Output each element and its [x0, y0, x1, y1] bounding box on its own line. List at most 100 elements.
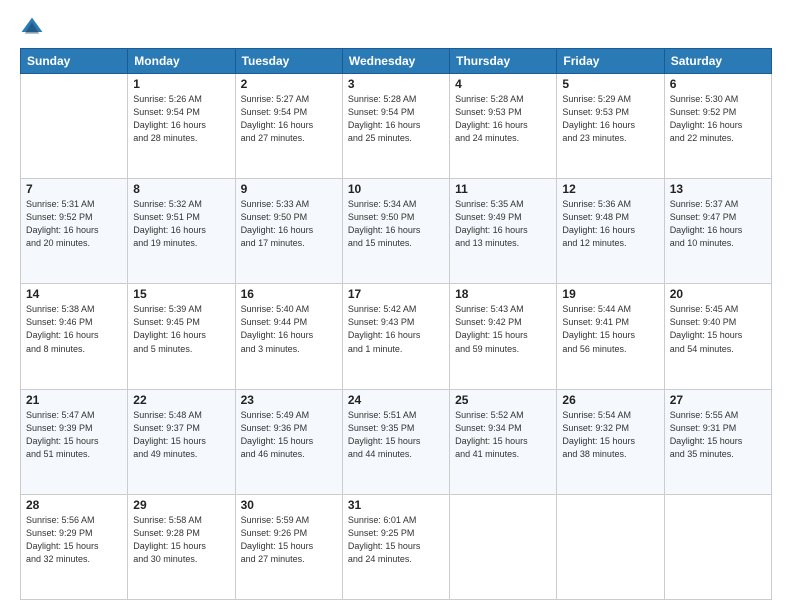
calendar-cell: 25 Sunrise: 5:52 AM Sunset: 9:34 PM Dayli…	[450, 389, 557, 494]
calendar-cell: 7 Sunrise: 5:31 AM Sunset: 9:52 PM Daylig…	[21, 179, 128, 284]
calendar-week-4: 21 Sunrise: 5:47 AM Sunset: 9:39 PM Dayli…	[21, 389, 772, 494]
cell-content: Sunrise: 5:48 AM Sunset: 9:37 PM Dayligh…	[133, 409, 229, 461]
calendar-week-1: 1Sunrise: 5:26 AM Sunset: 9:54 PM Daylig…	[21, 74, 772, 179]
cell-content: Sunrise: 5:40 AM Sunset: 9:44 PM Dayligh…	[241, 303, 337, 355]
calendar-cell: 1Sunrise: 5:26 AM Sunset: 9:54 PM Daylig…	[128, 74, 235, 179]
day-number: 16	[241, 287, 337, 301]
day-number: 9	[241, 182, 337, 196]
day-number: 8	[133, 182, 229, 196]
col-friday: Friday	[557, 49, 664, 74]
calendar-cell	[557, 494, 664, 599]
calendar-cell: 16 Sunrise: 5:40 AM Sunset: 9:44 PM Dayli…	[235, 284, 342, 389]
calendar-cell: 29Sunrise: 5:58 AM Sunset: 9:28 PM Dayli…	[128, 494, 235, 599]
cell-content: Sunrise: 5:47 AM Sunset: 9:39 PM Dayligh…	[26, 409, 122, 461]
day-number: 10	[348, 182, 444, 196]
cell-content: Sunrise: 5:30 AM Sunset: 9:52 PM Dayligh…	[670, 93, 766, 145]
cell-content: Sunrise: 5:37 AM Sunset: 9:47 PM Dayligh…	[670, 198, 766, 250]
calendar-cell: 18 Sunrise: 5:43 AM Sunset: 9:42 PM Dayli…	[450, 284, 557, 389]
calendar-cell: 23Sunrise: 5:49 AM Sunset: 9:36 PM Dayli…	[235, 389, 342, 494]
day-number: 14	[26, 287, 122, 301]
calendar-cell: 12 Sunrise: 5:36 AM Sunset: 9:48 PM Dayli…	[557, 179, 664, 284]
calendar-cell: 30 Sunrise: 5:59 AM Sunset: 9:26 PM Dayli…	[235, 494, 342, 599]
day-number: 4	[455, 77, 551, 91]
day-number: 26	[562, 393, 658, 407]
calendar-cell: 31Sunrise: 6:01 AM Sunset: 9:25 PM Dayli…	[342, 494, 449, 599]
cell-content: Sunrise: 5:56 AM Sunset: 9:29 PM Dayligh…	[26, 514, 122, 566]
cell-content: Sunrise: 5:35 AM Sunset: 9:49 PM Dayligh…	[455, 198, 551, 250]
cell-content: Sunrise: 6:01 AM Sunset: 9:25 PM Dayligh…	[348, 514, 444, 566]
cell-content: Sunrise: 5:44 AM Sunset: 9:41 PM Dayligh…	[562, 303, 658, 355]
calendar-cell: 19Sunrise: 5:44 AM Sunset: 9:41 PM Dayli…	[557, 284, 664, 389]
calendar-cell: 9 Sunrise: 5:33 AM Sunset: 9:50 PM Daylig…	[235, 179, 342, 284]
calendar-cell: 28 Sunrise: 5:56 AM Sunset: 9:29 PM Dayli…	[21, 494, 128, 599]
col-sunday: Sunday	[21, 49, 128, 74]
calendar-week-5: 28 Sunrise: 5:56 AM Sunset: 9:29 PM Dayli…	[21, 494, 772, 599]
calendar-cell: 3 Sunrise: 5:28 AM Sunset: 9:54 PM Daylig…	[342, 74, 449, 179]
day-number: 27	[670, 393, 766, 407]
cell-content: Sunrise: 5:32 AM Sunset: 9:51 PM Dayligh…	[133, 198, 229, 250]
calendar-cell: 27 Sunrise: 5:55 AM Sunset: 9:31 PM Dayli…	[664, 389, 771, 494]
day-number: 12	[562, 182, 658, 196]
calendar-week-3: 14 Sunrise: 5:38 AM Sunset: 9:46 PM Dayli…	[21, 284, 772, 389]
cell-content: Sunrise: 5:55 AM Sunset: 9:31 PM Dayligh…	[670, 409, 766, 461]
cell-content: Sunrise: 5:45 AM Sunset: 9:40 PM Dayligh…	[670, 303, 766, 355]
cell-content: Sunrise: 5:42 AM Sunset: 9:43 PM Dayligh…	[348, 303, 444, 355]
day-number: 21	[26, 393, 122, 407]
cell-content: Sunrise: 5:28 AM Sunset: 9:53 PM Dayligh…	[455, 93, 551, 145]
col-wednesday: Wednesday	[342, 49, 449, 74]
page: Sunday Monday Tuesday Wednesday Thursday…	[0, 0, 792, 612]
cell-content: Sunrise: 5:36 AM Sunset: 9:48 PM Dayligh…	[562, 198, 658, 250]
day-number: 18	[455, 287, 551, 301]
day-number: 6	[670, 77, 766, 91]
cell-content: Sunrise: 5:33 AM Sunset: 9:50 PM Dayligh…	[241, 198, 337, 250]
calendar-cell: 26 Sunrise: 5:54 AM Sunset: 9:32 PM Dayli…	[557, 389, 664, 494]
day-number: 25	[455, 393, 551, 407]
calendar-cell	[450, 494, 557, 599]
col-thursday: Thursday	[450, 49, 557, 74]
cell-content: Sunrise: 5:52 AM Sunset: 9:34 PM Dayligh…	[455, 409, 551, 461]
cell-content: Sunrise: 5:51 AM Sunset: 9:35 PM Dayligh…	[348, 409, 444, 461]
calendar-cell: 10 Sunrise: 5:34 AM Sunset: 9:50 PM Dayli…	[342, 179, 449, 284]
day-number: 15	[133, 287, 229, 301]
day-number: 30	[241, 498, 337, 512]
day-number: 13	[670, 182, 766, 196]
day-number: 20	[670, 287, 766, 301]
cell-content: Sunrise: 5:39 AM Sunset: 9:45 PM Dayligh…	[133, 303, 229, 355]
day-number: 28	[26, 498, 122, 512]
cell-content: Sunrise: 5:43 AM Sunset: 9:42 PM Dayligh…	[455, 303, 551, 355]
day-number: 5	[562, 77, 658, 91]
col-monday: Monday	[128, 49, 235, 74]
day-number: 24	[348, 393, 444, 407]
day-number: 1	[133, 77, 229, 91]
col-tuesday: Tuesday	[235, 49, 342, 74]
calendar-cell: 14 Sunrise: 5:38 AM Sunset: 9:46 PM Dayli…	[21, 284, 128, 389]
cell-content: Sunrise: 5:28 AM Sunset: 9:54 PM Dayligh…	[348, 93, 444, 145]
calendar-cell: 2 Sunrise: 5:27 AM Sunset: 9:54 PM Daylig…	[235, 74, 342, 179]
cell-content: Sunrise: 5:27 AM Sunset: 9:54 PM Dayligh…	[241, 93, 337, 145]
cell-content: Sunrise: 5:59 AM Sunset: 9:26 PM Dayligh…	[241, 514, 337, 566]
day-number: 23	[241, 393, 337, 407]
calendar-week-2: 7 Sunrise: 5:31 AM Sunset: 9:52 PM Daylig…	[21, 179, 772, 284]
calendar-cell: 21 Sunrise: 5:47 AM Sunset: 9:39 PM Dayli…	[21, 389, 128, 494]
day-number: 22	[133, 393, 229, 407]
cell-content: Sunrise: 5:31 AM Sunset: 9:52 PM Dayligh…	[26, 198, 122, 250]
cell-content: Sunrise: 5:38 AM Sunset: 9:46 PM Dayligh…	[26, 303, 122, 355]
calendar-cell: 15 Sunrise: 5:39 AM Sunset: 9:45 PM Dayli…	[128, 284, 235, 389]
calendar-cell	[21, 74, 128, 179]
cell-content: Sunrise: 5:29 AM Sunset: 9:53 PM Dayligh…	[562, 93, 658, 145]
day-number: 3	[348, 77, 444, 91]
calendar-cell: 11Sunrise: 5:35 AM Sunset: 9:49 PM Dayli…	[450, 179, 557, 284]
cell-content: Sunrise: 5:54 AM Sunset: 9:32 PM Dayligh…	[562, 409, 658, 461]
day-number: 2	[241, 77, 337, 91]
calendar-cell: 8 Sunrise: 5:32 AM Sunset: 9:51 PM Daylig…	[128, 179, 235, 284]
day-number: 29	[133, 498, 229, 512]
calendar-cell: 24 Sunrise: 5:51 AM Sunset: 9:35 PM Dayli…	[342, 389, 449, 494]
calendar-cell: 13 Sunrise: 5:37 AM Sunset: 9:47 PM Dayli…	[664, 179, 771, 284]
calendar-cell	[664, 494, 771, 599]
calendar-cell: 20 Sunrise: 5:45 AM Sunset: 9:40 PM Dayli…	[664, 284, 771, 389]
logo	[20, 16, 48, 40]
header	[20, 16, 772, 40]
logo-icon	[20, 16, 44, 40]
cell-content: Sunrise: 5:34 AM Sunset: 9:50 PM Dayligh…	[348, 198, 444, 250]
day-number: 7	[26, 182, 122, 196]
